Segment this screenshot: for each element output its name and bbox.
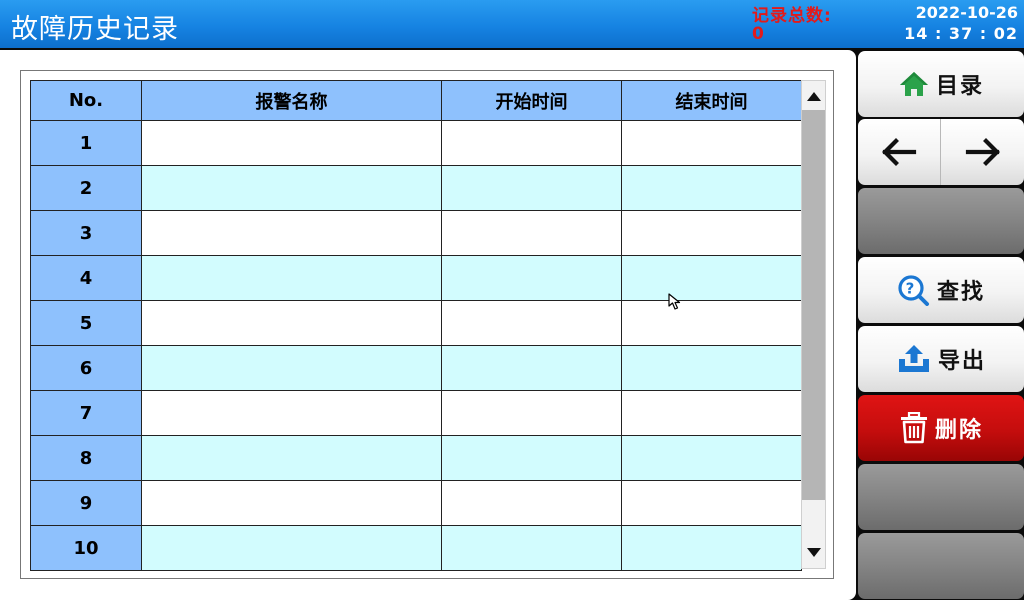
alarm-name-cell xyxy=(141,390,442,436)
alarm-name-cell xyxy=(141,210,442,256)
row-number: 3 xyxy=(30,210,142,256)
table-row[interactable]: 3 xyxy=(30,210,802,256)
scroll-up-arrow-icon[interactable] xyxy=(807,92,821,101)
row-number: 7 xyxy=(30,390,142,436)
export-button-label: 导出 xyxy=(937,349,986,374)
table-row[interactable]: 6 xyxy=(30,345,802,391)
blank-button-2[interactable] xyxy=(858,464,1024,530)
delete-button-label: 删除 xyxy=(934,418,983,443)
table-row[interactable]: 4 xyxy=(30,255,802,301)
column-header-start-time: 开始时间 xyxy=(441,80,622,121)
page-title: 故障历史记录 xyxy=(11,14,179,45)
start-time-cell xyxy=(441,525,622,571)
column-header-end-time: 结束时间 xyxy=(621,80,802,121)
start-time-cell xyxy=(441,210,622,256)
start-time-cell xyxy=(441,300,622,346)
search-help-icon: ? xyxy=(898,275,929,306)
table-scrollbar[interactable] xyxy=(801,80,826,569)
title-bar: 故障历史记录 记录总数: 0 2022-10-26 14 : 37 : 02 xyxy=(0,0,1024,48)
column-header-no: No. xyxy=(30,80,142,121)
blank-button-1[interactable] xyxy=(858,188,1024,254)
record-total-value: 0 xyxy=(752,24,764,44)
end-time-cell xyxy=(621,120,802,166)
table-row[interactable]: 5 xyxy=(30,300,802,346)
date-display: 2022-10-26 xyxy=(915,3,1018,22)
row-number: 1 xyxy=(30,120,142,166)
alarm-name-cell xyxy=(141,525,442,571)
home-icon xyxy=(899,72,928,96)
delete-button[interactable]: 删除 xyxy=(858,395,1024,461)
export-button[interactable]: 导出 xyxy=(858,326,1024,392)
end-time-cell xyxy=(621,255,802,301)
menu-button-label: 目录 xyxy=(935,74,984,99)
search-button[interactable]: ? 查找 xyxy=(858,257,1024,323)
start-time-cell xyxy=(441,255,622,301)
end-time-cell xyxy=(621,525,802,571)
start-time-cell xyxy=(441,165,622,211)
alarm-name-cell xyxy=(141,255,442,301)
alarm-name-cell xyxy=(141,120,442,166)
end-time-cell xyxy=(621,345,802,391)
end-time-cell xyxy=(621,210,802,256)
end-time-cell xyxy=(621,165,802,211)
upload-export-icon xyxy=(898,345,929,372)
row-number: 4 xyxy=(30,255,142,301)
row-number: 10 xyxy=(30,525,142,571)
start-time-cell xyxy=(441,480,622,526)
page-nav-group xyxy=(858,119,1024,185)
end-time-cell xyxy=(621,480,802,526)
alarm-name-cell xyxy=(141,345,442,391)
fault-history-table: No. 报警名称 开始时间 结束时间 1 2 3 4 5 6 7 8 9 10 xyxy=(30,80,802,571)
next-page-button[interactable] xyxy=(941,119,1024,185)
alarm-name-cell xyxy=(141,480,442,526)
table-header-row: No. 报警名称 开始时间 结束时间 xyxy=(30,80,802,121)
end-time-cell xyxy=(621,390,802,436)
row-number: 9 xyxy=(30,480,142,526)
time-display: 14 : 37 : 02 xyxy=(904,24,1018,43)
table-row[interactable]: 2 xyxy=(30,165,802,211)
table-row[interactable]: 10 xyxy=(30,525,802,571)
menu-button[interactable]: 目录 xyxy=(858,51,1024,117)
row-number: 5 xyxy=(30,300,142,346)
start-time-cell xyxy=(441,435,622,481)
row-number: 8 xyxy=(30,435,142,481)
alarm-name-cell xyxy=(141,435,442,481)
column-header-alarm-name: 报警名称 xyxy=(141,80,442,121)
row-number: 2 xyxy=(30,165,142,211)
svg-text:?: ? xyxy=(906,280,917,298)
alarm-name-cell xyxy=(141,300,442,346)
trash-icon xyxy=(900,412,927,444)
arrow-left-icon xyxy=(882,138,917,166)
table-row[interactable]: 9 xyxy=(30,480,802,526)
blank-button-3[interactable] xyxy=(858,533,1024,599)
table-row[interactable]: 8 xyxy=(30,435,802,481)
table-row[interactable]: 7 xyxy=(30,390,802,436)
record-total-label: 记录总数: xyxy=(752,6,832,26)
end-time-cell xyxy=(621,300,802,346)
scroll-down-arrow-icon[interactable] xyxy=(807,548,821,557)
alarm-name-cell xyxy=(141,165,442,211)
row-number: 6 xyxy=(30,345,142,391)
start-time-cell xyxy=(441,120,622,166)
table-row[interactable]: 1 xyxy=(30,120,802,166)
scrollbar-thumb[interactable] xyxy=(802,110,825,500)
mouse-cursor-icon xyxy=(668,293,681,310)
arrow-right-icon xyxy=(965,138,1000,166)
start-time-cell xyxy=(441,345,622,391)
search-button-label: 查找 xyxy=(936,280,985,305)
start-time-cell xyxy=(441,390,622,436)
prev-page-button[interactable] xyxy=(858,119,941,185)
end-time-cell xyxy=(621,435,802,481)
